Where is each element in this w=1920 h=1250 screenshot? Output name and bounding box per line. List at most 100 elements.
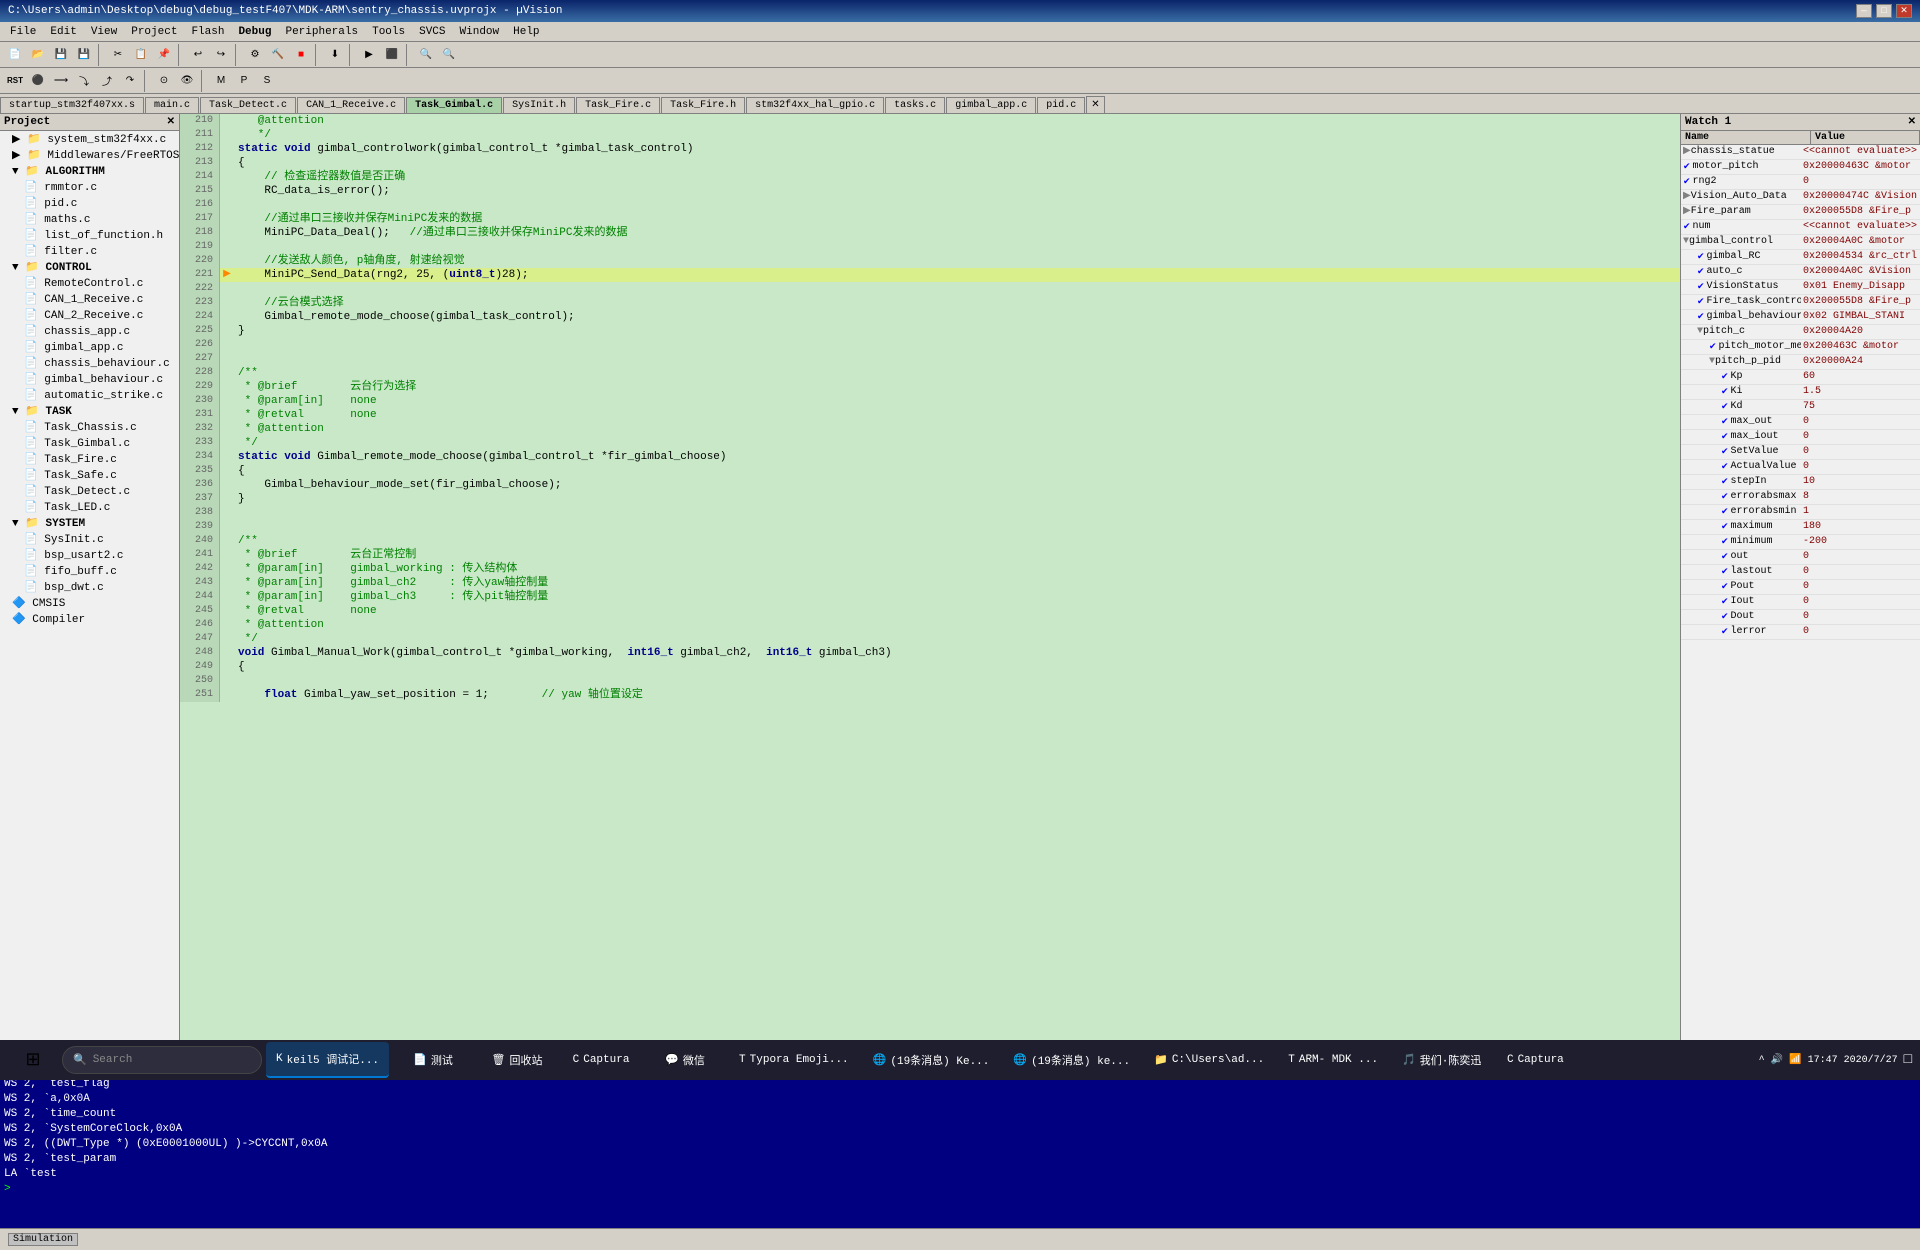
tree-rmmtor[interactable]: 📄 rmmtor.c	[0, 179, 179, 195]
performance-btn[interactable]: P	[233, 70, 255, 92]
tree-bsp-dwt[interactable]: 📄 bsp_dwt.c	[0, 579, 179, 595]
tree-chassis-app[interactable]: 📄 chassis_app.c	[0, 323, 179, 339]
taskbar-app-captura1[interactable]: C Captura	[561, 1042, 641, 1078]
watch-row-dout[interactable]: ✔ Dout 0	[1681, 610, 1920, 625]
watch-row-lastout[interactable]: ✔ lastout 0	[1681, 565, 1920, 580]
close-button[interactable]: ✕	[1896, 4, 1912, 18]
watch-row-pitch-motor[interactable]: ✔ pitch_motor_measu... 0x200463C &motor	[1681, 340, 1920, 355]
watch-row-kd[interactable]: ✔ Kd 75	[1681, 400, 1920, 415]
tree-maths[interactable]: 📄 maths.c	[0, 211, 179, 227]
tree-middlewares[interactable]: ▶ 📁 Middlewares/FreeRTOS	[0, 147, 179, 163]
tree-list-func[interactable]: 📄 list_of_function.h	[0, 227, 179, 243]
step-over-btn[interactable]: ⟶	[50, 70, 72, 92]
watch-row-errorabsmin[interactable]: ✔ errorabsmin 1	[1681, 505, 1920, 520]
taskbar-app-chrome2[interactable]: 🌐 (19条消息) ke...	[1003, 1042, 1140, 1078]
tab-close[interactable]: ✕	[1086, 96, 1104, 113]
open-btn[interactable]: 📂	[27, 44, 49, 66]
tree-cmsis[interactable]: 🔷 CMSIS	[0, 595, 179, 611]
cut-btn[interactable]: ✂	[107, 44, 129, 66]
watch-row-max-iout[interactable]: ✔ max_iout 0	[1681, 430, 1920, 445]
tab-main[interactable]: main.c	[145, 97, 199, 113]
tree-task-fire[interactable]: 📄 Task_Fire.c	[0, 451, 179, 467]
watch-row-errorabsmax[interactable]: ✔ errorabsmax 8	[1681, 490, 1920, 505]
watch-row-kp[interactable]: ✔ Kp 60	[1681, 370, 1920, 385]
tree-task-gimbal[interactable]: 📄 Task_Gimbal.c	[0, 435, 179, 451]
taskbar-app-test[interactable]: 📄 测试	[393, 1042, 473, 1078]
tab-task-fire-h[interactable]: Task_Fire.h	[661, 97, 745, 113]
taskbar-app-wechat[interactable]: 💬 微信	[645, 1042, 725, 1078]
watch-row-chassis-statue[interactable]: ▶ chassis_statue <<cannot evaluate>>	[1681, 145, 1920, 160]
maximize-button[interactable]: □	[1876, 4, 1892, 18]
watch-btn[interactable]: 👁	[176, 70, 198, 92]
watch-row-num[interactable]: ✔ num <<cannot evaluate>>	[1681, 220, 1920, 235]
tree-task-chassis[interactable]: 📄 Task_Chassis.c	[0, 419, 179, 435]
code-content[interactable]: 210 @attention 211 */ 212 static void gi…	[180, 114, 1680, 1046]
tab-tasks[interactable]: tasks.c	[885, 97, 945, 113]
watch-row-pitch-p-pid[interactable]: ▼ pitch_p_pid 0x20000A24	[1681, 355, 1920, 370]
watch-row-iout[interactable]: ✔ Iout 0	[1681, 595, 1920, 610]
redo-btn[interactable]: ↪	[210, 44, 232, 66]
build-btn[interactable]: ⚙	[244, 44, 266, 66]
zoom-out-btn[interactable]: 🔍	[438, 44, 460, 66]
tree-fifo-buff[interactable]: 📄 fifo_buff.c	[0, 563, 179, 579]
copy-btn[interactable]: 📋	[130, 44, 152, 66]
tree-filter[interactable]: 📄 filter.c	[0, 243, 179, 259]
tree-remote-control[interactable]: 📄 RemoteControl.c	[0, 275, 179, 291]
tree-task-led[interactable]: 📄 Task_LED.c	[0, 499, 179, 515]
menu-peripherals[interactable]: Peripherals	[279, 24, 364, 40]
taskbar-search[interactable]: 🔍 Search	[62, 1046, 262, 1074]
tree-system-folder[interactable]: ▼ 📁 SYSTEM	[0, 515, 179, 531]
menu-flash[interactable]: Flash	[185, 24, 230, 40]
tree-bsp-usart2[interactable]: 📄 bsp_usart2.c	[0, 547, 179, 563]
tree-control[interactable]: ▼ 📁 CONTROL	[0, 259, 179, 275]
minimize-button[interactable]: —	[1856, 4, 1872, 18]
tree-task[interactable]: ▼ 📁 TASK	[0, 403, 179, 419]
download-btn[interactable]: ⬇	[324, 44, 346, 66]
stop-btn[interactable]: ■	[290, 44, 312, 66]
tab-startup[interactable]: startup_stm32f407xx.s	[0, 97, 144, 113]
tab-hal-gpio[interactable]: stm32f4xx_hal_gpio.c	[746, 97, 884, 113]
undo-btn[interactable]: ↩	[187, 44, 209, 66]
menu-tools[interactable]: Tools	[366, 24, 411, 40]
watch-row-stepin[interactable]: ✔ stepIn 10	[1681, 475, 1920, 490]
watch-row-vision-auto[interactable]: ▶ Vision_Auto_Data 0x20000474C &Vision	[1681, 190, 1920, 205]
tab-sysinit[interactable]: SysInit.h	[503, 97, 575, 113]
watch-row-ki[interactable]: ✔ Ki 1.5	[1681, 385, 1920, 400]
menu-file[interactable]: File	[4, 24, 42, 40]
taskbar-app-chrome1[interactable]: 🌐 (19条消息) Ke...	[863, 1042, 1000, 1078]
tree-system[interactable]: ▶ 📁 system_stm32f4xx.c	[0, 131, 179, 147]
watch-row-actualvalue[interactable]: ✔ ActualValue 0	[1681, 460, 1920, 475]
tree-chassis-beh[interactable]: 📄 chassis_behaviour.c	[0, 355, 179, 371]
debug-stop-btn[interactable]: ⬛	[381, 44, 403, 66]
tree-gimbal-beh[interactable]: 📄 gimbal_behaviour.c	[0, 371, 179, 387]
tree-can1[interactable]: 📄 CAN_1_Receive.c	[0, 291, 179, 307]
taskbar-app-music[interactable]: 🎵 我们·陈奕迅	[1392, 1042, 1491, 1078]
step-into-btn[interactable]: ⤵	[73, 70, 95, 92]
watch-row-minimum[interactable]: ✔ minimum -200	[1681, 535, 1920, 550]
watch-row-motor-pitch[interactable]: ✔ motor_pitch 0x20000463C &motor	[1681, 160, 1920, 175]
watch-row-pitch-c[interactable]: ▼ pitch_c 0x20004A20	[1681, 325, 1920, 340]
tab-pid[interactable]: pid.c	[1037, 97, 1085, 113]
tab-gimbal-app[interactable]: gimbal_app.c	[946, 97, 1036, 113]
breakpoint-btn[interactable]: ⊙	[153, 70, 175, 92]
taskbar-app-captura2[interactable]: C Captura	[1495, 1042, 1575, 1078]
taskbar-app-word[interactable]: T ARM- MDK ...	[1278, 1042, 1388, 1078]
zoom-in-btn[interactable]: 🔍	[415, 44, 437, 66]
menu-window[interactable]: Window	[454, 24, 506, 40]
watch-row-rng2[interactable]: ✔ rng2 0	[1681, 175, 1920, 190]
debug-start-btn[interactable]: ▶	[358, 44, 380, 66]
watch-row-maximum[interactable]: ✔ maximum 180	[1681, 520, 1920, 535]
tab-task-detect[interactable]: Task_Detect.c	[200, 97, 296, 113]
watch-close-icon[interactable]: ✕	[1908, 116, 1916, 128]
run-to-cursor-btn[interactable]: ↷	[119, 70, 141, 92]
paste-btn[interactable]: 📌	[153, 44, 175, 66]
tray-notification[interactable]: □	[1904, 1052, 1912, 1068]
taskbar-app-keil[interactable]: K keil5 调试记...	[266, 1042, 389, 1078]
save-btn[interactable]: 💾	[50, 44, 72, 66]
reset-btn[interactable]: RST	[4, 70, 26, 92]
tree-pid[interactable]: 📄 pid.c	[0, 195, 179, 211]
tree-can2[interactable]: 📄 CAN_2_Receive.c	[0, 307, 179, 323]
tab-task-gimbal[interactable]: Task_Gimbal.c	[406, 97, 502, 113]
menu-edit[interactable]: Edit	[44, 24, 82, 40]
tab-can1-receive[interactable]: CAN_1_Receive.c	[297, 97, 405, 113]
